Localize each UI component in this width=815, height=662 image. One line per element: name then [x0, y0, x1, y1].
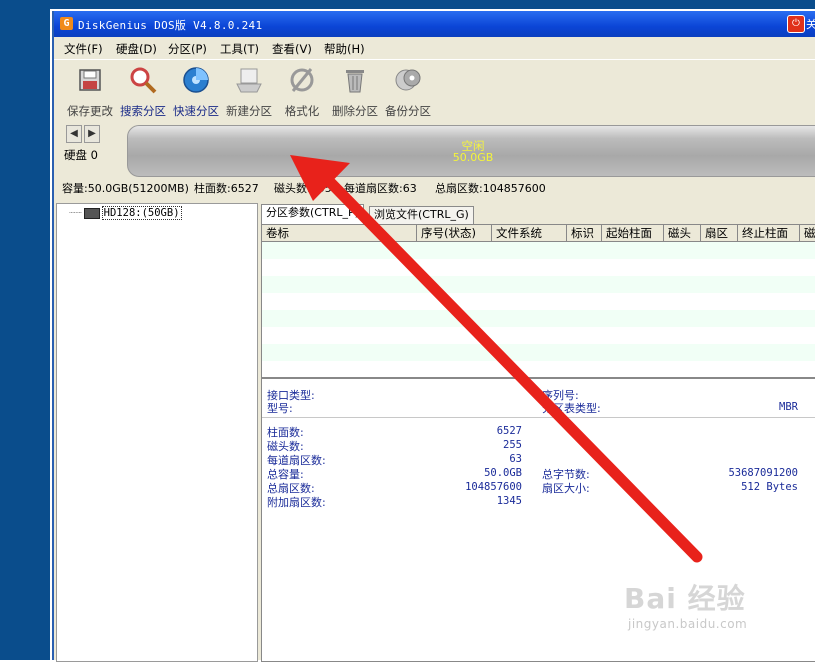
disk-info-line: 容量:50.0GB(51200MB) 柱面数:6527 磁头数:255 每道扇区…	[54, 179, 815, 201]
col-sector[interactable]: 扇区	[701, 225, 738, 241]
partition-table: 卷标 序号(状态) 文件系统 标识 起始柱面 磁头 扇区 终止柱面 磁	[261, 224, 815, 378]
watermark-url: jingyan.baidu.com	[628, 617, 748, 631]
col-index-status[interactable]: 序号(状态)	[417, 225, 492, 241]
backup-disc-icon	[395, 69, 421, 91]
heads-value: 255	[503, 439, 522, 451]
power-close-icon[interactable]: ⏻	[787, 15, 805, 33]
sector-size-value: 512 Bytes	[741, 481, 798, 493]
extra-sectors-value: 1345	[496, 495, 522, 507]
cylinders-value: 6527	[496, 425, 522, 437]
toolbar: 保存更改 搜索分区 快速分区 新建分区 格式化 删除分区 备份分区	[54, 59, 815, 123]
partition-size: 50.0GB	[452, 151, 494, 164]
search-partition-button[interactable]: 搜索分区	[115, 66, 171, 119]
menu-view[interactable]: 查看(V)	[272, 41, 312, 57]
menu-help[interactable]: 帮助(H)	[324, 41, 365, 57]
delete-partition-button[interactable]: 删除分区	[327, 66, 383, 119]
format-button[interactable]: 格式化	[274, 66, 330, 119]
save-changes-button[interactable]: 保存更改	[62, 66, 118, 119]
model-label: 型号:	[267, 402, 293, 415]
save-disk-icon	[79, 69, 101, 91]
title-bar[interactable]: G DiskGenius DOS版 V4.8.0.241 ⏻ 关	[54, 11, 815, 37]
window-title: DiskGenius DOS版 V4.8.0.241	[78, 19, 263, 32]
backup-partition-button[interactable]: 备份分区	[380, 66, 436, 119]
extra-sectors-label: 附加扇区数:	[267, 496, 326, 509]
free-space-partition-block[interactable]: 空闲 50.0GB	[127, 125, 815, 177]
table-row	[262, 361, 815, 377]
col-start-cylinder[interactable]: 起始柱面	[602, 225, 664, 241]
table-row	[262, 344, 815, 361]
tab-strip: 分区参数(CTRL_P) 浏览文件(CTRL_G)	[261, 204, 815, 224]
toolbar-label: 删除分区	[332, 104, 378, 118]
total-bytes-value: 53687091200	[728, 467, 798, 479]
col-end-cylinder[interactable]: 终止柱面	[738, 225, 800, 241]
disk-tree-pane: ┈┈ HD128:(50GB)	[56, 203, 258, 662]
col-more[interactable]: 磁	[800, 225, 815, 241]
sector-size-label: 扇区大小:	[542, 482, 590, 495]
toolbar-label: 快速分区	[173, 104, 219, 118]
format-icon	[290, 68, 314, 92]
info-sectors-per-track: 每道扇区数:63	[344, 182, 417, 195]
col-filesystem[interactable]: 文件系统	[492, 225, 567, 241]
new-partition-button[interactable]: 新建分区	[221, 66, 277, 119]
info-heads: 磁头数:255	[274, 182, 332, 195]
table-row	[262, 259, 815, 276]
baidu-watermark: Bai 经验 jingyan.baidu.com	[624, 577, 747, 631]
toolbar-label: 备份分区	[385, 104, 431, 118]
info-cylinders: 柱面数:6527	[194, 182, 259, 195]
tree-node-hd128[interactable]: ┈┈ HD128:(50GB)	[69, 206, 182, 220]
details-separator	[262, 417, 815, 418]
menu-tools[interactable]: 工具(T)	[220, 41, 259, 57]
trash-icon	[346, 70, 364, 93]
total-capacity-value: 50.0GB	[484, 467, 522, 479]
next-disk-button[interactable]: ▶	[84, 125, 100, 143]
menu-disk[interactable]: 硬盘(D)	[116, 41, 157, 57]
toolbar-label: 搜索分区	[120, 104, 166, 118]
quick-partition-button[interactable]: 快速分区	[168, 66, 224, 119]
magnifier-icon	[130, 67, 157, 94]
table-row	[262, 242, 815, 259]
partition-table-type-label: 分区表类型:	[542, 402, 601, 415]
desktop-background-top	[0, 0, 815, 9]
diskgenius-window: G DiskGenius DOS版 V4.8.0.241 ⏻ 关 文件(F) 硬…	[52, 11, 815, 662]
sectors-per-track-value: 63	[509, 453, 522, 465]
disk-label: 硬盘 0	[64, 148, 98, 162]
table-row	[262, 327, 815, 344]
info-capacity: 容量:50.0GB(51200MB)	[62, 182, 189, 195]
col-id[interactable]: 标识	[567, 225, 602, 241]
table-header: 卷标 序号(状态) 文件系统 标识 起始柱面 磁头 扇区 终止柱面 磁	[262, 225, 815, 242]
tree-connector: ┈┈	[69, 207, 82, 219]
tab-browse-files[interactable]: 浏览文件(CTRL_G)	[369, 206, 474, 224]
tab-partition-params[interactable]: 分区参数(CTRL_P)	[261, 204, 364, 224]
disk-map-bar: ◀ ▶ 硬盘 0 空闲 50.0GB	[54, 122, 815, 178]
desktop-background-left	[0, 0, 50, 660]
hard-disk-icon	[83, 207, 100, 219]
total-sectors-value: 104857600	[465, 481, 522, 493]
menu-bar: 文件(F) 硬盘(D) 分区(P) 工具(T) 查看(V) 帮助(H)	[54, 38, 815, 58]
table-row	[262, 293, 815, 310]
col-volume-label[interactable]: 卷标	[262, 225, 417, 241]
prev-disk-button[interactable]: ◀	[66, 125, 82, 143]
diskgenius-logo-icon: G	[60, 17, 73, 30]
toolbar-label: 格式化	[284, 104, 320, 118]
col-head[interactable]: 磁头	[664, 225, 701, 241]
watermark-logo-text: Bai 经验	[624, 582, 746, 615]
table-row	[262, 310, 815, 327]
toolbar-label: 保存更改	[67, 104, 113, 118]
tree-node-label: HD128:(50GB)	[101, 206, 182, 220]
title-extra-text: 关	[806, 18, 815, 31]
menu-partition[interactable]: 分区(P)	[168, 41, 207, 57]
quick-partition-disc-icon	[183, 67, 209, 93]
new-partition-icon	[236, 68, 262, 93]
table-row	[262, 276, 815, 293]
toolbar-label: 新建分区	[226, 104, 272, 118]
partition-table-type-value: MBR	[779, 401, 798, 413]
menu-file[interactable]: 文件(F)	[64, 41, 103, 57]
info-total-sectors: 总扇区数:104857600	[435, 182, 546, 195]
